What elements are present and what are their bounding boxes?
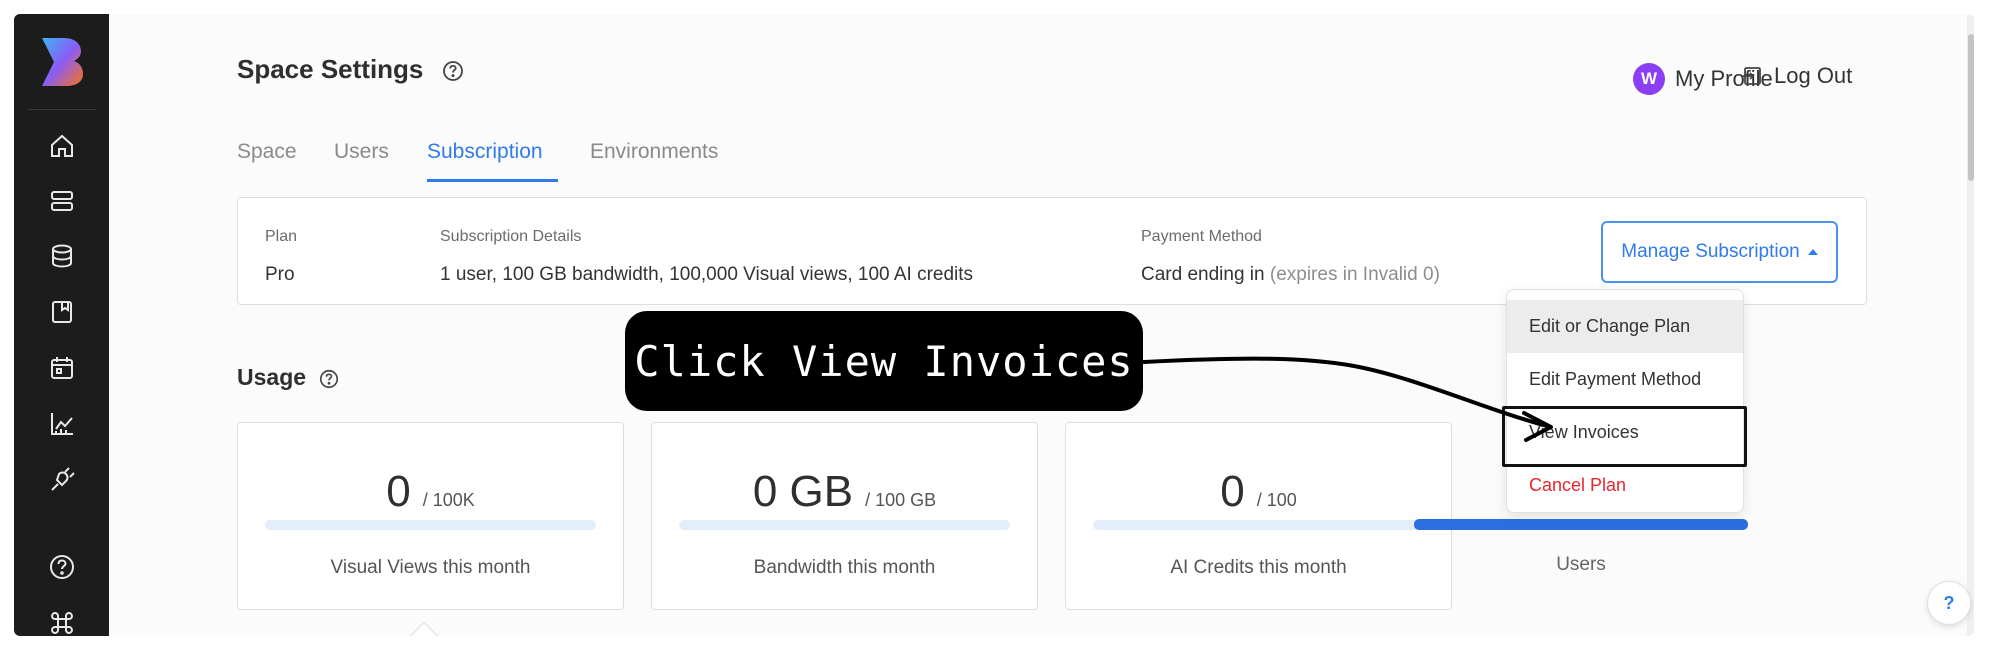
usage-value: 0 GB bbox=[752, 467, 854, 516]
book-icon[interactable] bbox=[48, 298, 76, 326]
tab-subscription[interactable]: Subscription bbox=[427, 140, 543, 164]
tooltip-pointer bbox=[409, 621, 439, 636]
payment-method-value: Card ending in (expires in Invalid 0) bbox=[1141, 264, 1440, 285]
help-icon[interactable] bbox=[441, 59, 465, 83]
manage-subscription-menu: Edit or Change Plan Edit Payment Method … bbox=[1506, 289, 1744, 513]
manage-subscription-button[interactable]: Manage Subscription bbox=[1601, 221, 1838, 283]
home-icon[interactable] bbox=[48, 132, 76, 160]
database-icon[interactable] bbox=[48, 242, 76, 270]
usage-value: 0 bbox=[386, 467, 411, 516]
menu-item-edit-payment-method[interactable]: Edit Payment Method bbox=[1507, 353, 1743, 406]
layers-icon[interactable] bbox=[48, 187, 76, 215]
help-chat-button[interactable]: ? bbox=[1927, 581, 1971, 625]
usage-card-ai-credits: 0 / 100 AI Credits this month bbox=[1065, 422, 1452, 610]
usage-limit: / 100 GB bbox=[865, 490, 937, 510]
logout-icon bbox=[1743, 67, 1761, 85]
sidebar-divider bbox=[28, 109, 96, 110]
app-window: Space Settings W My Profile Log Out Spac… bbox=[14, 14, 1974, 636]
tab-space[interactable]: Space bbox=[237, 140, 297, 164]
usage-limit: / 100K bbox=[422, 490, 475, 510]
plan-value: Pro bbox=[265, 264, 295, 285]
payment-method-label: Payment Method bbox=[1141, 228, 1262, 245]
usage-progress-bar bbox=[679, 520, 1010, 530]
tab-environments[interactable]: Environments bbox=[590, 140, 718, 164]
users-progress-bar bbox=[1414, 519, 1748, 530]
usage-card-visual-views: 0 / 100K Visual Views this month bbox=[237, 422, 624, 610]
usage-title: Usage bbox=[237, 364, 307, 390]
menu-item-edit-change-plan[interactable]: Edit or Change Plan bbox=[1507, 300, 1743, 353]
payment-expiry: (expires in Invalid 0) bbox=[1269, 264, 1440, 285]
app-logo[interactable] bbox=[40, 36, 84, 88]
usage-label: AI Credits this month bbox=[1170, 557, 1347, 578]
sidebar bbox=[14, 14, 109, 636]
subscription-details-label: Subscription Details bbox=[440, 228, 582, 245]
scrollbar-thumb[interactable] bbox=[1968, 34, 1974, 181]
manage-subscription-label: Manage Subscription bbox=[1621, 241, 1800, 262]
usage-label: Bandwidth this month bbox=[753, 557, 936, 578]
instruction-callout: Click View Invoices bbox=[625, 311, 1143, 411]
usage-progress-bar bbox=[1093, 520, 1424, 530]
subscription-details-value: 1 user, 100 GB bandwidth, 100,000 Visual… bbox=[440, 264, 974, 285]
usage-limit: / 100 bbox=[1256, 490, 1297, 510]
calendar-icon[interactable] bbox=[48, 354, 76, 382]
tab-users[interactable]: Users bbox=[334, 140, 389, 164]
avatar: W bbox=[1633, 63, 1665, 95]
usage-card-bandwidth: 0 GB / 100 GB Bandwidth this month bbox=[651, 422, 1038, 610]
plug-icon[interactable] bbox=[48, 466, 76, 494]
plan-label: Plan bbox=[265, 228, 298, 245]
help-circle-icon[interactable] bbox=[48, 553, 76, 581]
active-tab-indicator bbox=[427, 179, 558, 182]
main-content: Space Settings W My Profile Log Out Spac… bbox=[109, 14, 1974, 636]
log-out-label: Log Out bbox=[1774, 63, 1853, 88]
help-icon[interactable] bbox=[318, 368, 340, 390]
usage-value: 0 bbox=[1220, 467, 1245, 516]
usage-label: Visual Views this month bbox=[330, 557, 531, 578]
chevron-up-icon bbox=[1807, 249, 1818, 255]
command-icon[interactable] bbox=[48, 609, 76, 636]
log-out-button[interactable]: Log Out bbox=[1740, 63, 1852, 89]
users-label: Users bbox=[1556, 554, 1606, 575]
page-title: Space Settings bbox=[237, 54, 424, 84]
usage-progress-bar bbox=[265, 520, 596, 530]
view-invoices-highlight bbox=[1502, 406, 1747, 467]
chart-icon[interactable] bbox=[48, 410, 76, 438]
